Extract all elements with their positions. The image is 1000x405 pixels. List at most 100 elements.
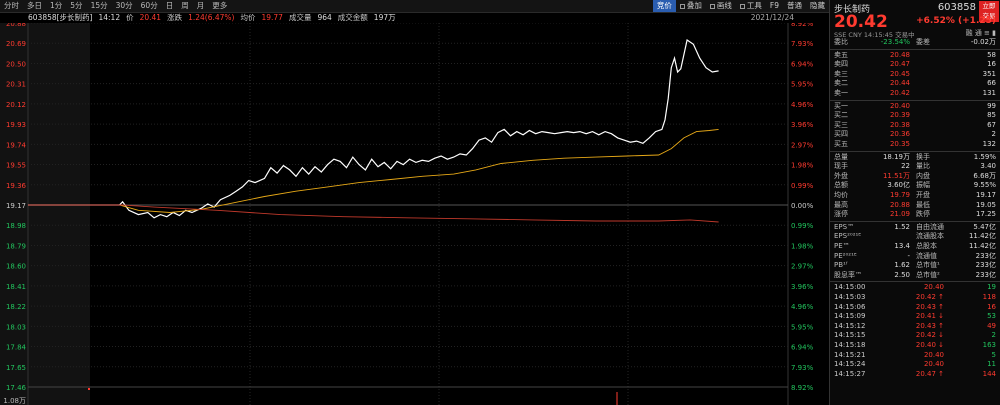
y-tick-left-10: 18.98: [6, 222, 26, 230]
stat-label-5: 最高: [834, 200, 848, 209]
fund-label2-2: 总股本: [916, 242, 937, 250]
fund-row-5: 股息率™ 2.50 总市值² 233亿: [834, 271, 996, 281]
y-tick-right-0: 8.92%: [791, 23, 814, 28]
toolbar-button-5[interactable]: 普通: [783, 0, 806, 12]
period-tabs: 分时 多日 1分 5分 15分 30分 60分日周月更多: [0, 0, 231, 12]
stat-row-4: 均价 19.79 开盘 19.17: [834, 191, 996, 201]
trade-volume-6: 163: [982, 341, 996, 349]
trade-price-7: 20.40: [923, 350, 944, 359]
toolbar-button-2[interactable]: 画线: [706, 0, 736, 12]
ask-price-4: 20.42: [889, 89, 910, 97]
y-tick-right-17: 7.93%: [791, 364, 814, 372]
stat-label2-2: 内盘: [916, 171, 930, 180]
y-tick-right-12: 2.97%: [791, 263, 814, 271]
info-avg: 19.77: [261, 13, 283, 22]
fund-label2-1: 流通股本: [916, 232, 944, 241]
trade-time-3: 14:15:09: [834, 312, 866, 321]
tab-8[interactable]: 周: [177, 0, 193, 12]
trade-price-1: 20.42 ↑: [915, 293, 944, 301]
stat-label2-6: 跌停: [916, 210, 930, 219]
y-tick-left-8: 19.36: [6, 182, 27, 190]
tab-4[interactable]: 15分: [87, 0, 112, 12]
info-avg-label: 均价: [240, 13, 256, 22]
y-tick-left-13: 18.41: [6, 283, 26, 291]
toolbar-button-label-6: 隐藏: [810, 1, 825, 10]
ask-label-1: 卖四: [834, 60, 848, 69]
y-tick-left-6: 19.74: [6, 141, 27, 149]
stat-value-4: 19.79: [889, 191, 910, 199]
trade-row-2: 14:15:06 20.43 ↑ 16: [834, 303, 996, 313]
y-tick-left-0: 20.88: [6, 23, 26, 28]
tab-6[interactable]: 60分: [137, 0, 162, 12]
trade-price-8: 20.40: [923, 360, 944, 369]
ask-row-2: 卖三 20.45 351: [834, 70, 996, 80]
intraday-chart[interactable]: 20.88 8.92% 20.69 7.93% 20.50 6.94% 20.31 5.95%…: [0, 23, 829, 405]
toolbar-button-label-2: 画线: [716, 1, 732, 10]
fund-value-4: 1.62: [894, 261, 910, 270]
toolbar-button-0[interactable]: 竞价: [652, 0, 676, 12]
quote-info-bar: 603858[步长制药] 14:12 价 20.41 涨跌 1.24(6.47%…: [28, 12, 794, 23]
tab-7[interactable]: 日: [162, 0, 178, 12]
y-tick-right-8: 0.99%: [791, 182, 814, 190]
trade-row-3: 14:15:09 20.41 ↓ 53: [834, 312, 996, 322]
divider-5: [830, 281, 1000, 283]
y-tick-right-7: 1.98%: [791, 162, 814, 170]
tab-3[interactable]: 5分: [66, 0, 86, 12]
tab-0[interactable]: 分时: [0, 0, 23, 12]
toolbar-button-1[interactable]: 叠加: [676, 0, 706, 12]
y-tick-left-4: 20.12: [6, 101, 26, 109]
info-price: 20.41: [139, 13, 162, 22]
bid-volume-2: 67: [987, 120, 996, 129]
trade-price-3: 20.41 ↓: [915, 312, 944, 321]
stat-label2-0: 换手: [916, 152, 930, 161]
bid-label-1: 买二: [834, 111, 848, 120]
info-amt-label: 成交金额: [337, 13, 368, 22]
y-tick-right-14: 4.96%: [791, 303, 814, 311]
fund-label2-3: 流通值: [916, 251, 937, 260]
divider-3: [830, 150, 1000, 152]
fund-label-4: PB¹ᶠ: [834, 261, 848, 270]
trade-volume-1: 118: [982, 293, 996, 301]
ratio-label: 委比: [834, 38, 848, 46]
toolbar-button-3[interactable]: 工具: [736, 0, 766, 12]
trade-time-6: 14:15:18: [834, 341, 866, 349]
y-tick-left-18: 17.46: [6, 384, 27, 392]
tab-9[interactable]: 月: [193, 0, 209, 12]
toolbar-button-label-5: 普通: [787, 1, 802, 10]
fund-label2-5: 总市值²: [916, 270, 940, 279]
stat-label-4: 均价: [834, 191, 848, 199]
trade-time-8: 14:15:24: [834, 360, 866, 369]
tab-10[interactable]: 更多: [208, 0, 231, 12]
y-tick-left-11: 18.79: [6, 242, 26, 250]
fund-value2-2: 11.42亿: [968, 242, 996, 250]
panel-icons[interactable]: 融 通 ≡ ▮: [966, 28, 996, 38]
trade-price-5: 20.42 ↓: [915, 331, 944, 340]
trade-time-9: 14:15:27: [834, 369, 866, 378]
y-tick-right-10: 0.99%: [791, 222, 814, 230]
y-tick-right-1: 7.93%: [791, 40, 814, 48]
y-tick-left-16: 17.84: [6, 344, 27, 352]
y-tick-right-18: 8.92%: [791, 384, 814, 392]
toolbar-button-6[interactable]: 隐藏: [806, 0, 829, 12]
y-tick-right-15: 5.95%: [791, 323, 814, 331]
trade-now-label-1: 立即: [982, 2, 996, 10]
toolbar-icon-2: [709, 3, 715, 9]
trade-time-2: 14:15:06: [834, 302, 866, 311]
toolbar-button-4[interactable]: F9: [766, 0, 783, 12]
trade-row-5: 14:15:15 20.42 ↓ 2: [834, 331, 996, 341]
info-chg: 1.24(6.47%): [188, 13, 235, 22]
tab-2[interactable]: 1分: [46, 0, 66, 12]
tab-5[interactable]: 30分: [112, 0, 137, 12]
y-tick-right-6: 2.97%: [791, 141, 814, 149]
tab-1[interactable]: 多日: [23, 0, 46, 12]
info-vol: 964: [317, 13, 332, 22]
fund-row-3: PE²⁰²¹ᴱ - 流通值 233亿: [834, 252, 996, 262]
toolbar-button-label-4: F9: [769, 1, 779, 10]
y-tick-right-4: 4.96%: [791, 101, 814, 109]
toolbar-icon-1: [679, 3, 685, 9]
stat-row-6: 涨停 21.09 跌停 17.25: [834, 210, 996, 220]
toolbar-button-label-0: 竞价: [656, 1, 672, 10]
ask-row-3: 卖二 20.44 66: [834, 79, 996, 89]
stat-row-0: 总量 18.19万 换手 1.59%: [834, 153, 996, 163]
ask-label-2: 卖三: [834, 69, 848, 78]
